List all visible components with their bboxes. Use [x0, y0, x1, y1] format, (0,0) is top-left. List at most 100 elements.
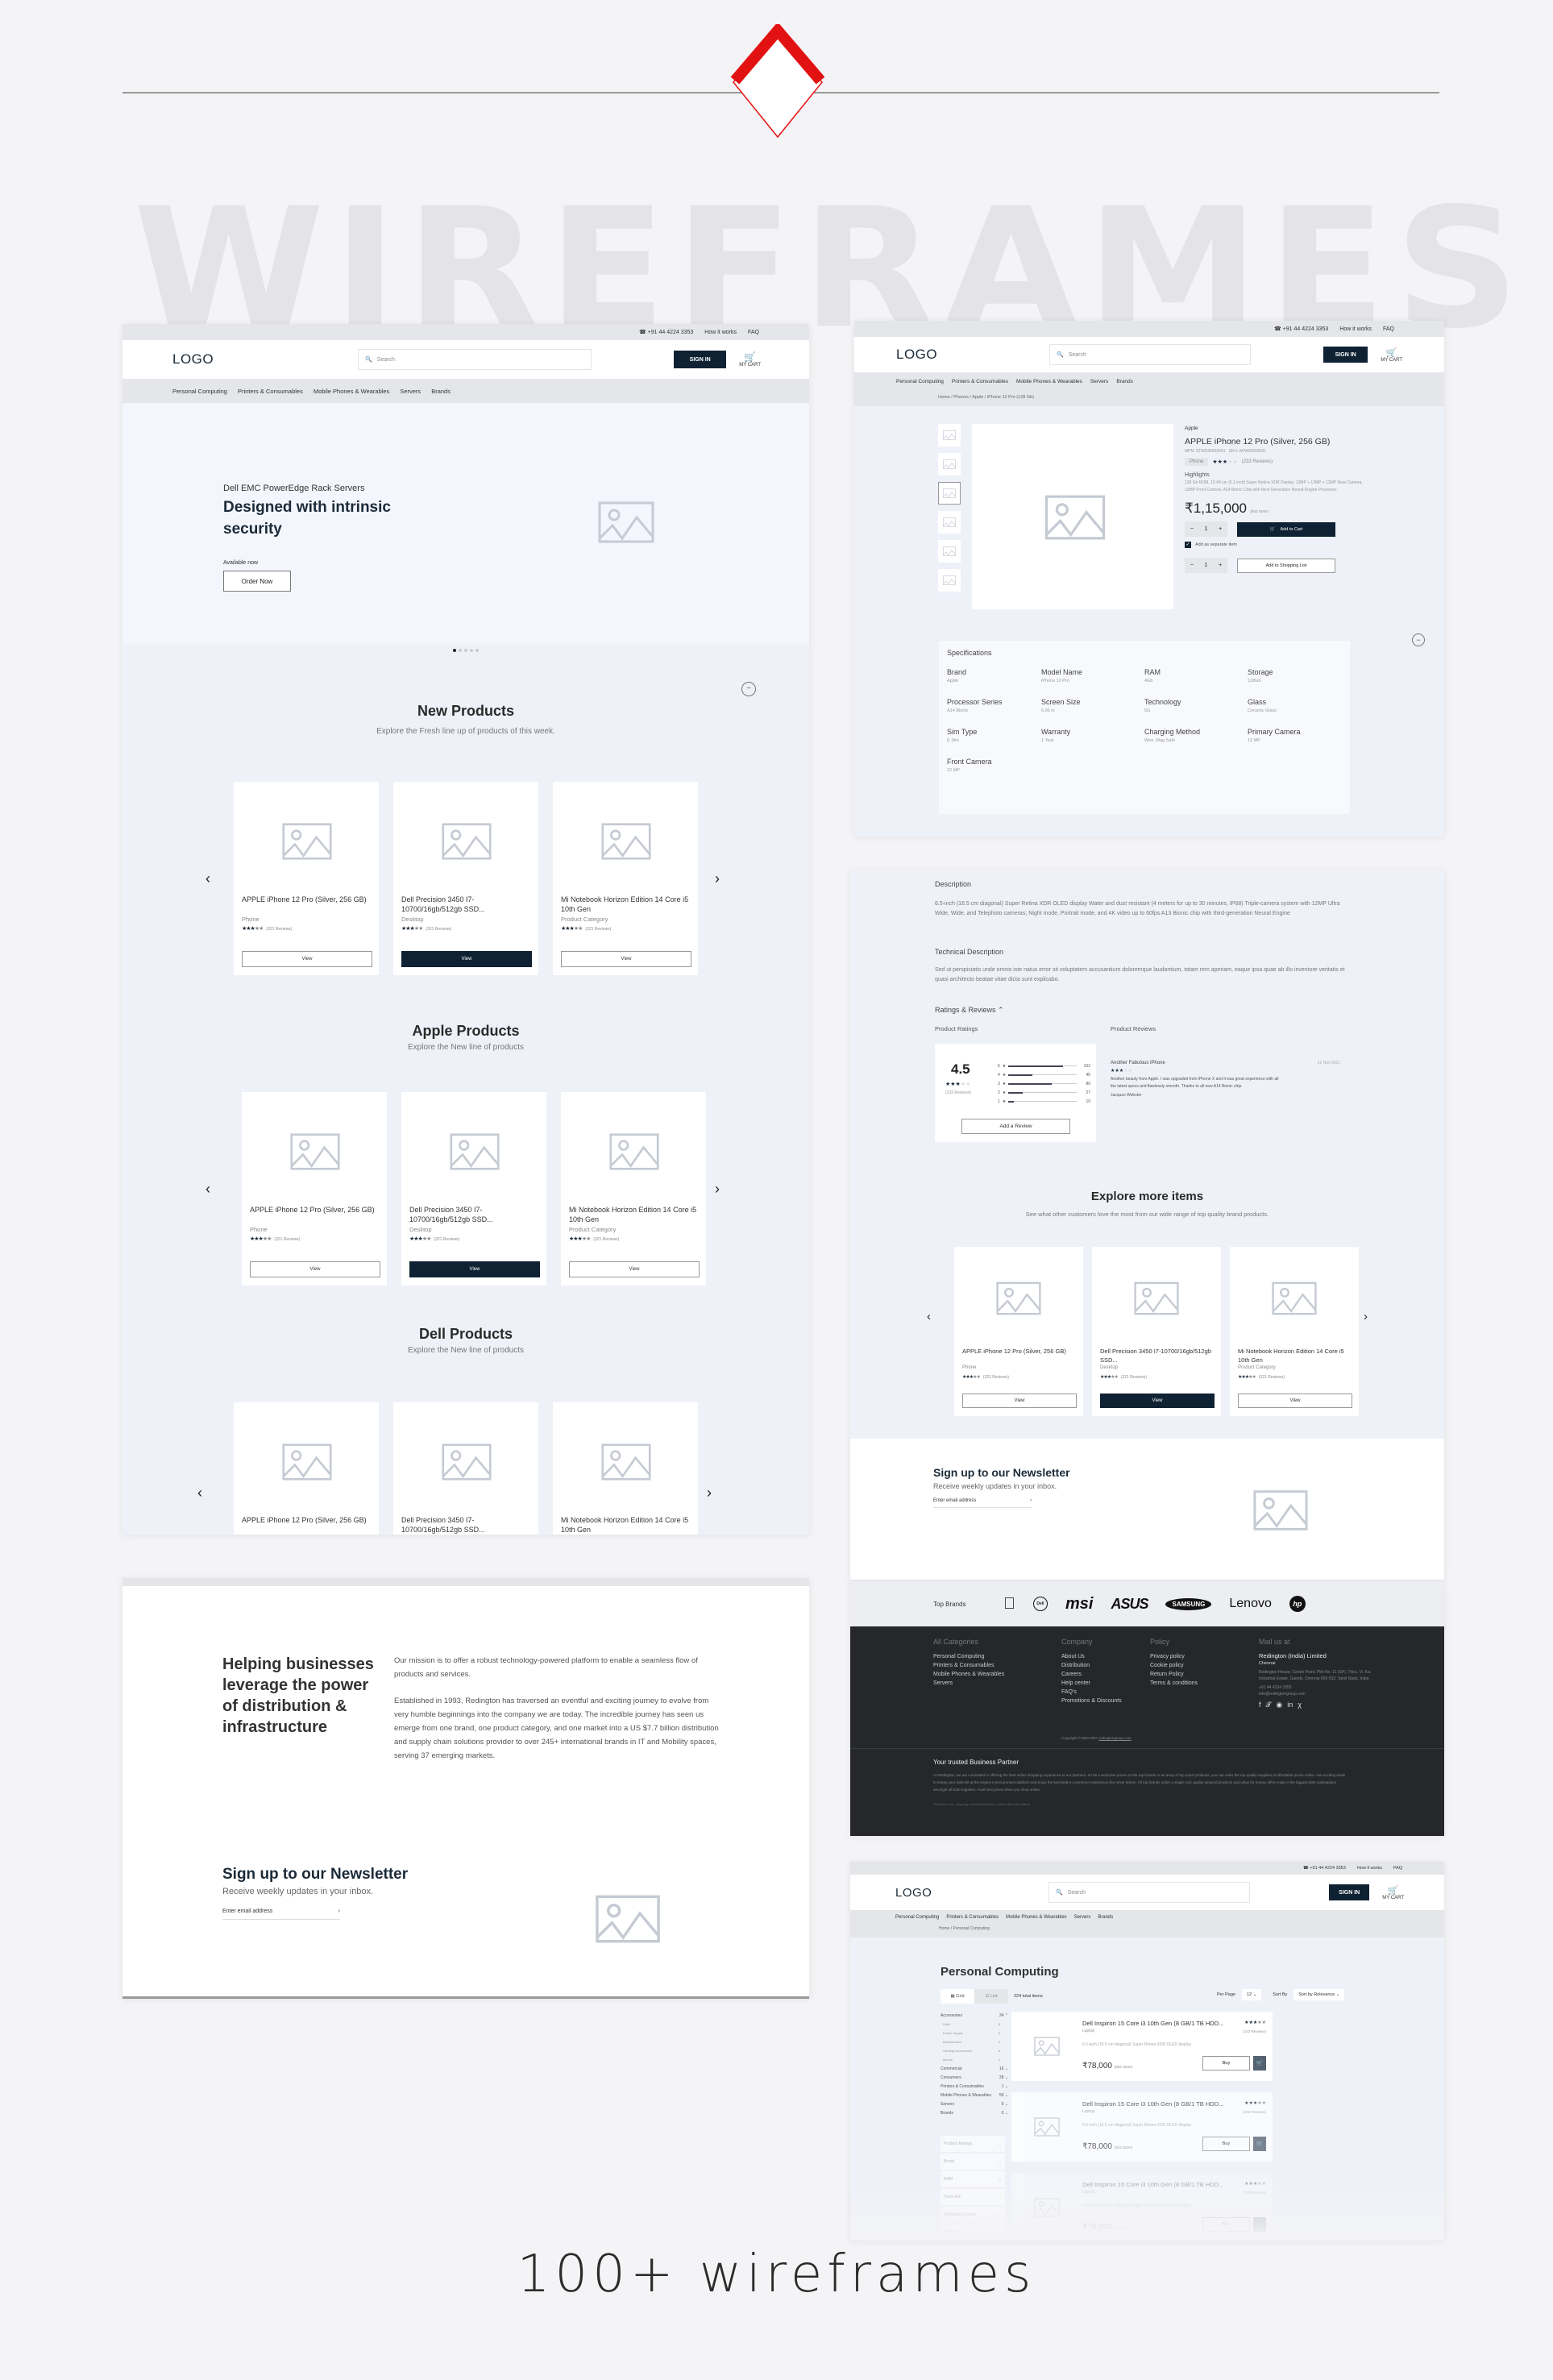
add-to-shopping-list-button[interactable]: Add to Shopping List	[1237, 558, 1335, 573]
carousel-next-button[interactable]: ›	[715, 870, 720, 887]
product-list-item[interactable]: Dell Inspiron 15 Core i3 10th Gen (8 GB/…	[1011, 2092, 1273, 2162]
add-to-cart-button[interactable]: 🛒 Add to Cart	[1237, 521, 1335, 537]
minus-icon[interactable]: −	[1190, 526, 1194, 532]
footer-link[interactable]: About Us	[1061, 1652, 1150, 1661]
nav-servers[interactable]: Servers	[400, 388, 421, 395]
facet-dropdown[interactable]: Product Ratings ⌄	[941, 2136, 1005, 2152]
cart-button[interactable]: 🛒 MY CART	[739, 351, 761, 368]
footer-link[interactable]: Terms & conditions	[1150, 1679, 1247, 1688]
footer-link[interactable]: Distribution	[1061, 1661, 1150, 1670]
carousel-next-button[interactable]: ›	[707, 1485, 712, 1502]
filter-subcategory[interactable]: Gaming accessories 8	[941, 2049, 1008, 2058]
sign-in-button[interactable]: SIGN IN	[1323, 347, 1368, 363]
submit-arrow-icon[interactable]: ›	[1030, 1498, 1032, 1507]
product-card[interactable]: APPLE iPhone 12 Pro (Silver, 256 GB)	[234, 1402, 379, 1535]
add-to-cart-icon[interactable]: 🛒	[1253, 2056, 1266, 2071]
minus-icon[interactable]: −	[1190, 563, 1194, 568]
faq-link[interactable]: FAQ	[1393, 1866, 1402, 1871]
main-product-image[interactable]	[972, 424, 1173, 609]
footer-link[interactable]: Privacy policy	[1150, 1652, 1247, 1661]
product-card[interactable]: Dell Precision 3450 I7-10700/16gb/512gb …	[1092, 1247, 1221, 1416]
newsletter-email-input[interactable]: Enter email address ›	[933, 1498, 1032, 1508]
msi-logo-icon[interactable]: msi	[1065, 1595, 1093, 1614]
product-card[interactable]: Mi Notebook Horizon Edition 14 Core i5 1…	[561, 1092, 706, 1286]
filter-category[interactable]: Mobile Phones & Wearables 59 ⌄	[941, 2093, 1008, 2102]
nav-personal-computing[interactable]: Personal Computing	[896, 379, 944, 384]
footer-link[interactable]: Return Policy	[1150, 1670, 1247, 1679]
lenovo-logo-icon[interactable]: Lenovo	[1229, 1597, 1272, 1611]
breadcrumb[interactable]: Home / Personal Computing	[850, 1925, 1444, 1938]
sort-select[interactable]: Sort by Relevance ⌄	[1293, 1989, 1345, 2000]
nav-personal-computing[interactable]: Personal Computing	[895, 1915, 939, 1920]
buy-button[interactable]: Buy	[1202, 2056, 1250, 2071]
thumbnail[interactable]	[938, 453, 961, 476]
phone-link[interactable]: ☎ +91 44 4224 3353	[1274, 326, 1328, 332]
footer-link[interactable]: Personal Computing	[933, 1652, 1054, 1661]
dell-logo-icon[interactable]: Dell	[1033, 1597, 1048, 1611]
view-button[interactable]: View	[401, 951, 532, 967]
view-button[interactable]: View	[962, 1394, 1077, 1408]
facebook-icon[interactable]: f	[1259, 1701, 1261, 1709]
plus-icon[interactable]: +	[1219, 526, 1222, 532]
nav-printers[interactable]: Printers & Consumables	[946, 1915, 999, 1920]
filter-category[interactable]: Consumers 28 ⌄	[941, 2075, 1008, 2084]
sign-in-button[interactable]: SIGN IN	[1329, 1884, 1370, 1900]
hp-logo-icon[interactable]: hp	[1289, 1596, 1306, 1612]
sign-in-button[interactable]: SIGN IN	[674, 351, 727, 368]
product-card[interactable]: Dell Precision 3450 I7-10700/16gb/512gb …	[393, 782, 538, 975]
how-it-works-link[interactable]: How it works	[1357, 1866, 1382, 1871]
nav-servers[interactable]: Servers	[1074, 1915, 1091, 1920]
product-card[interactable]: Mi Notebook Horizon Edition 14 Core i5 1…	[1230, 1247, 1359, 1416]
submit-arrow-icon[interactable]: ›	[338, 1909, 340, 1919]
product-list-item[interactable]: Dell Inspiron 15 Core i3 10th Gen (8 GB/…	[1011, 2012, 1273, 2081]
carousel-dots[interactable]	[453, 649, 479, 652]
how-it-works-link[interactable]: How it works	[704, 330, 737, 335]
quantity-stepper[interactable]: −1 +	[1185, 521, 1227, 537]
newsletter-email-input[interactable]: Enter email address ›	[222, 1909, 340, 1920]
nav-printers[interactable]: Printers & Consumables	[238, 388, 303, 395]
product-card[interactable]: Mi Notebook Horizon Edition 14 Core i5 1…	[553, 782, 698, 975]
twitter-icon[interactable]: 𝓣	[1266, 1701, 1272, 1709]
company-email[interactable]: info@redingtongroup.com	[1259, 1692, 1380, 1697]
linkedin-icon[interactable]: in	[1287, 1701, 1293, 1709]
carousel-next-button[interactable]: ›	[1364, 1310, 1368, 1323]
carousel-prev-button[interactable]: ‹	[927, 1310, 931, 1323]
copyright-link[interactable]: redingtongroup.com	[1099, 1736, 1132, 1740]
product-card[interactable]: Mi Notebook Horizon Edition 14 Core i5 1…	[553, 1402, 698, 1535]
breadcrumb[interactable]: Home / Phones / Apple / iPhone 12 Pro (1…	[854, 390, 1444, 406]
view-button[interactable]: View	[250, 1261, 380, 1277]
logo[interactable]: LOGO	[895, 1886, 1048, 1900]
filter-subcategory[interactable]: Power Supply 6	[941, 2031, 1008, 2040]
search-input[interactable]: 🔍 Search	[1049, 344, 1251, 365]
thumbnail-selected[interactable]	[938, 482, 961, 505]
product-card[interactable]: Dell Precision 3450 I7-10700/16gb/512gb …	[401, 1092, 546, 1286]
phone-link[interactable]: ☎ +91 44 4224 3353	[1303, 1866, 1346, 1871]
instagram-icon[interactable]: ◉	[1276, 1701, 1282, 1709]
ratings-reviews-toggle[interactable]: Ratings & Reviews ⌃	[935, 1006, 1004, 1015]
zoom-out-icon[interactable]: −	[1412, 633, 1425, 646]
per-page-select[interactable]: 12 ⌄	[1241, 1989, 1262, 2000]
carousel-prev-button[interactable]: ‹	[197, 1485, 202, 1502]
product-card[interactable]: Dell Precision 3450 I7-10700/16gb/512gb …	[393, 1402, 538, 1535]
product-card[interactable]: APPLE iPhone 12 Pro (Silver, 256 GB) Pho…	[954, 1247, 1083, 1416]
faq-link[interactable]: FAQ	[1383, 326, 1394, 332]
view-button[interactable]: View	[561, 951, 691, 967]
footer-link[interactable]: Help center	[1061, 1679, 1150, 1688]
quantity-stepper[interactable]: −1 +	[1185, 558, 1227, 573]
nav-servers[interactable]: Servers	[1090, 379, 1108, 384]
logo[interactable]: LOGO	[172, 351, 358, 368]
buy-button[interactable]: Buy	[1202, 2137, 1250, 2151]
apple-logo-icon[interactable]: 	[1003, 1595, 1015, 1614]
filter-subcategory[interactable]: Motherboard 0	[941, 2040, 1008, 2049]
zoom-out-icon[interactable]: −	[741, 682, 756, 696]
search-input[interactable]: 🔍 Search	[1048, 1882, 1250, 1903]
filter-category[interactable]: Brands 0 ⌄	[941, 2111, 1008, 2120]
footer-link[interactable]: Promotions & Discounts	[1061, 1697, 1150, 1705]
nav-mobile-phones[interactable]: Mobile Phones & Wearables	[1016, 379, 1082, 384]
add-review-button[interactable]: Add a Review	[961, 1119, 1070, 1134]
filter-category[interactable]: Accessories 24 ⌃	[941, 2013, 1008, 2022]
plus-icon[interactable]: +	[1219, 563, 1222, 568]
xing-icon[interactable]: χ	[1298, 1701, 1302, 1709]
view-button[interactable]: View	[1238, 1394, 1352, 1408]
thumbnail[interactable]	[938, 569, 961, 592]
